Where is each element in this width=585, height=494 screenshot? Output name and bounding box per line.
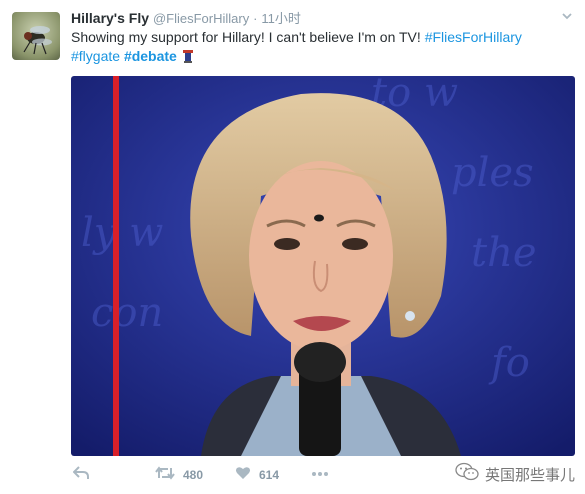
hashtag-flygate[interactable]: #flygate (71, 48, 120, 64)
hashtag-flies-for-hillary[interactable]: #FliesForHillary (425, 29, 522, 45)
tweet-media-photo[interactable]: to w ples ly w the con fo (71, 76, 575, 456)
display-name[interactable]: Hillary's Fly (71, 10, 149, 26)
heart-icon (235, 466, 251, 483)
svg-text:ples: ples (451, 150, 534, 196)
watermark: 英国那些事儿 (455, 462, 575, 486)
retweet-count: 480 (183, 467, 204, 482)
podium-icon (181, 48, 195, 64)
retweet-button[interactable]: 480 (155, 466, 203, 483)
tweet-text: Showing my support for Hillary! I can't … (71, 28, 571, 66)
timestamp[interactable]: 11小时 (261, 11, 301, 26)
hashtag-debate[interactable]: #debate (124, 48, 177, 64)
svg-text:ly w: ly w (81, 210, 163, 256)
svg-text:the: the (471, 230, 537, 276)
svg-text:fo: fo (488, 340, 530, 386)
user-handle[interactable]: @FliesForHillary (153, 11, 249, 26)
reply-icon (72, 466, 89, 483)
like-button[interactable]: 614 (235, 466, 279, 483)
retweet-icon (155, 466, 175, 483)
wechat-icon (455, 462, 479, 486)
fly-avatar-icon (23, 26, 52, 55)
tweet-header: Hillary's Fly @FliesForHillary · 11小时 (71, 8, 573, 28)
svg-text:con: con (91, 290, 163, 336)
more-button[interactable] (311, 466, 329, 480)
watermark-text: 英国那些事儿 (484, 465, 575, 484)
reply-button[interactable] (72, 466, 89, 483)
avatar[interactable] (12, 12, 60, 60)
chevron-down-icon[interactable] (561, 8, 573, 28)
separator: · (253, 11, 258, 26)
more-icon (311, 466, 329, 480)
like-count: 614 (259, 467, 280, 482)
tweet-body: Showing my support for Hillary! I can't … (71, 29, 425, 45)
